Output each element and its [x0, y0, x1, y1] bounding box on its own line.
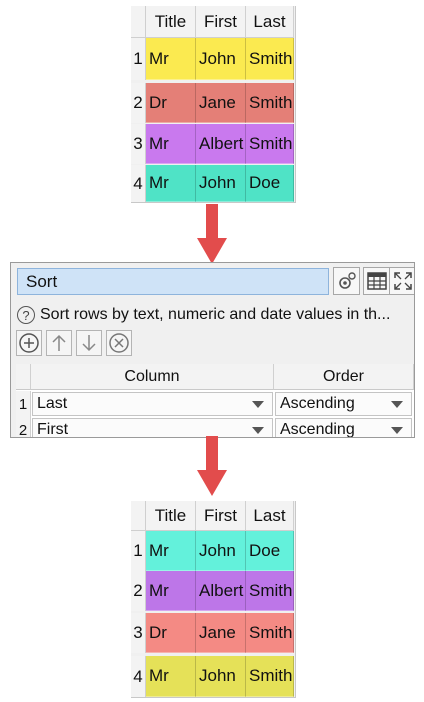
up-arrow-icon [52, 334, 66, 351]
row-index: 4 [131, 656, 146, 697]
row-index: 2 [131, 83, 146, 123]
down-arrow-icon [197, 204, 227, 264]
cell-first[interactable]: Jane [196, 83, 246, 123]
sort-transform-panel: Sort ? Sort rows by text, numeric and da… [10, 262, 415, 438]
cell-last[interactable]: Smith [246, 613, 294, 653]
column-header-order: Order [274, 364, 414, 390]
cell-first[interactable]: Albert [196, 124, 246, 164]
cell-title[interactable]: Mr [146, 571, 196, 611]
grid-corner [16, 364, 31, 390]
row-index: 2 [16, 417, 31, 437]
input-table: Title First Last 1 Mr John Smith 2 Dr Ja… [131, 6, 296, 203]
table-icon [366, 272, 387, 290]
expand-icon [393, 272, 412, 290]
cell-last[interactable]: Smith [246, 38, 294, 80]
column-header-column: Column [31, 364, 274, 390]
dropdown-value: Ascending [280, 395, 355, 412]
order-dropdown[interactable]: Ascending [275, 392, 412, 416]
cell-last[interactable]: Smith [246, 571, 294, 611]
chevron-down-icon [252, 427, 264, 434]
row-index: 2 [131, 571, 146, 611]
row-index: 4 [131, 165, 146, 202]
column-header-title[interactable]: Title [146, 6, 196, 38]
cell-last[interactable]: Smith [246, 83, 294, 123]
column-dropdown[interactable]: Last [32, 392, 273, 416]
chevron-down-icon [391, 401, 403, 408]
output-table: Title First Last 1 Mr John Doe 2 Mr Albe… [131, 501, 296, 698]
settings-icon [338, 272, 356, 289]
row-index: 3 [131, 613, 146, 653]
add-icon [19, 333, 39, 353]
cell-last[interactable]: Smith [246, 124, 294, 164]
table-view-button[interactable] [363, 267, 390, 295]
cell-title[interactable]: Dr [146, 83, 196, 123]
column-dropdown[interactable]: First [32, 418, 273, 438]
row-index: 3 [131, 124, 146, 164]
cell-first[interactable]: Albert [196, 571, 246, 611]
down-arrow-icon [82, 335, 96, 352]
table-corner [131, 501, 146, 531]
remove-icon [109, 333, 129, 353]
cell-title[interactable]: Mr [146, 165, 196, 202]
settings-button[interactable] [333, 267, 360, 295]
down-arrow-icon [197, 436, 227, 496]
cell-last[interactable]: Smith [246, 656, 294, 697]
description-text: Sort rows by text, numeric and date valu… [40, 306, 391, 323]
dropdown-value: Ascending [280, 421, 355, 438]
column-header-first[interactable]: First [196, 6, 246, 38]
move-up-button[interactable] [46, 330, 72, 356]
cell-first[interactable]: Jane [196, 613, 246, 653]
cell-last[interactable]: Doe [246, 531, 294, 571]
cell-title[interactable]: Mr [146, 656, 196, 697]
cell-title[interactable]: Mr [146, 38, 196, 80]
help-icon[interactable]: ? [17, 306, 35, 324]
transform-name-field[interactable]: Sort [17, 268, 329, 295]
column-header-first[interactable]: First [196, 501, 246, 531]
cell-title[interactable]: Mr [146, 531, 196, 571]
column-header-last[interactable]: Last [246, 6, 294, 38]
row-index: 1 [16, 391, 31, 417]
dropdown-value: First [37, 421, 69, 438]
cell-first[interactable]: John [196, 531, 246, 571]
move-down-button[interactable] [76, 330, 102, 356]
sort-columns-grid: Column Order 1 Last Ascending 2 First As… [16, 364, 414, 438]
transform-description: ? Sort rows by text, numeric and date va… [17, 304, 390, 326]
cell-first[interactable]: John [196, 656, 246, 697]
cell-first[interactable]: John [196, 38, 246, 80]
remove-row-button[interactable] [106, 330, 132, 356]
dropdown-value: Last [37, 395, 68, 412]
column-header-title[interactable]: Title [146, 501, 196, 531]
cell-last[interactable]: Doe [246, 165, 294, 202]
add-row-button[interactable] [16, 330, 42, 356]
cell-first[interactable]: John [196, 165, 246, 202]
cell-title[interactable]: Mr [146, 124, 196, 164]
chevron-down-icon [391, 427, 403, 434]
cell-title[interactable]: Dr [146, 613, 196, 653]
chevron-down-icon [252, 401, 264, 408]
row-index: 1 [131, 38, 146, 80]
column-header-last[interactable]: Last [246, 501, 294, 531]
order-dropdown[interactable]: Ascending [275, 418, 412, 438]
table-corner [131, 6, 146, 38]
expand-button[interactable] [389, 267, 414, 295]
row-index: 1 [131, 531, 146, 571]
